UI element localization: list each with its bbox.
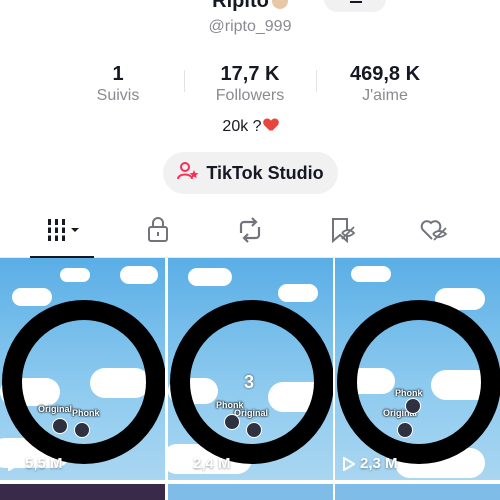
person-star-icon [177,161,199,186]
profile-handle: @ripto_999 [208,18,292,35]
overlay-text: Original [38,404,73,414]
avatar [74,422,90,438]
lock-icon [146,216,170,248]
profile-tabs [0,208,500,258]
stat-label: Followers [215,87,285,104]
tiktok-studio-button[interactable]: TikTok Studio [163,152,338,194]
avatar [405,398,421,414]
view-count-text: 2,3 M [360,455,398,472]
avatar [224,414,240,430]
stat-value: 469,8 K [349,63,421,85]
stat-followers[interactable]: 17,7 K Followers [195,62,305,106]
video-thumbnail-partial[interactable] [335,484,500,500]
bookmark-hidden-icon [328,217,356,248]
video-thumbnail-partial[interactable] [0,484,165,500]
view-count: 5,5 M [8,455,63,472]
cloud [351,266,391,282]
black-ring [337,300,500,464]
stat-divider [184,70,185,92]
stat-value: 17,7 K [220,63,280,85]
profile-bio: 20k ? [0,118,500,136]
repost-icon [236,216,264,248]
stat-label: J'aime [362,87,408,104]
tab-private[interactable] [138,216,178,248]
video-thumbnail-partial[interactable] [168,484,333,500]
emoji-icon [271,0,288,9]
stat-following[interactable]: 1 Suivis [78,62,158,106]
cloud [120,266,158,284]
tab-liked[interactable] [414,216,454,248]
red-heart-icon [264,119,278,132]
view-count-text: 5,5 M [25,455,63,472]
overlay-text: Original [234,408,269,418]
cloud [278,284,318,302]
overlay-number: 3 [244,372,255,392]
heart-hidden-icon [419,217,449,248]
stat-divider [316,70,317,92]
video-thumbnail[interactable]: Original Phonk 5,5 M [0,258,165,480]
stat-likes[interactable]: 469,8 K J'aime [325,62,445,106]
tab-videos[interactable] [44,216,84,248]
avatar [397,422,413,438]
grid-icon [44,217,84,248]
overlay-text: Phonk [72,408,100,418]
video-thumbnail[interactable]: Phonk Original 2,3 M [335,258,500,480]
studio-button-label: TikTok Studio [206,162,324,183]
avatar [246,422,262,438]
play-icon [176,456,188,471]
profile-name: Ripito [0,0,500,13]
avatar [52,418,68,434]
play-icon [343,456,355,471]
cloud [60,268,90,282]
video-thumbnail[interactable]: 3 Phonk Original 2,4 M [168,258,333,480]
tab-reposts[interactable] [230,216,270,248]
stat-label: Suivis [96,87,140,104]
bio-text: 20k ? [222,118,262,135]
play-icon [8,456,20,471]
cloud [12,288,52,306]
stat-value: 1 [112,63,124,85]
view-count: 2,4 M [176,455,231,472]
view-count-text: 2,4 M [193,455,231,472]
tab-favorites[interactable] [322,216,362,248]
overlay-text: Phonk [395,388,423,398]
view-count: 2,3 M [343,455,398,472]
edit-profile-button[interactable] [324,0,386,12]
black-ring [2,300,165,464]
cloud [188,268,232,286]
profile-stats: 1 Suivis 17,7 K Followers 469,8 K J'aime [0,62,500,112]
